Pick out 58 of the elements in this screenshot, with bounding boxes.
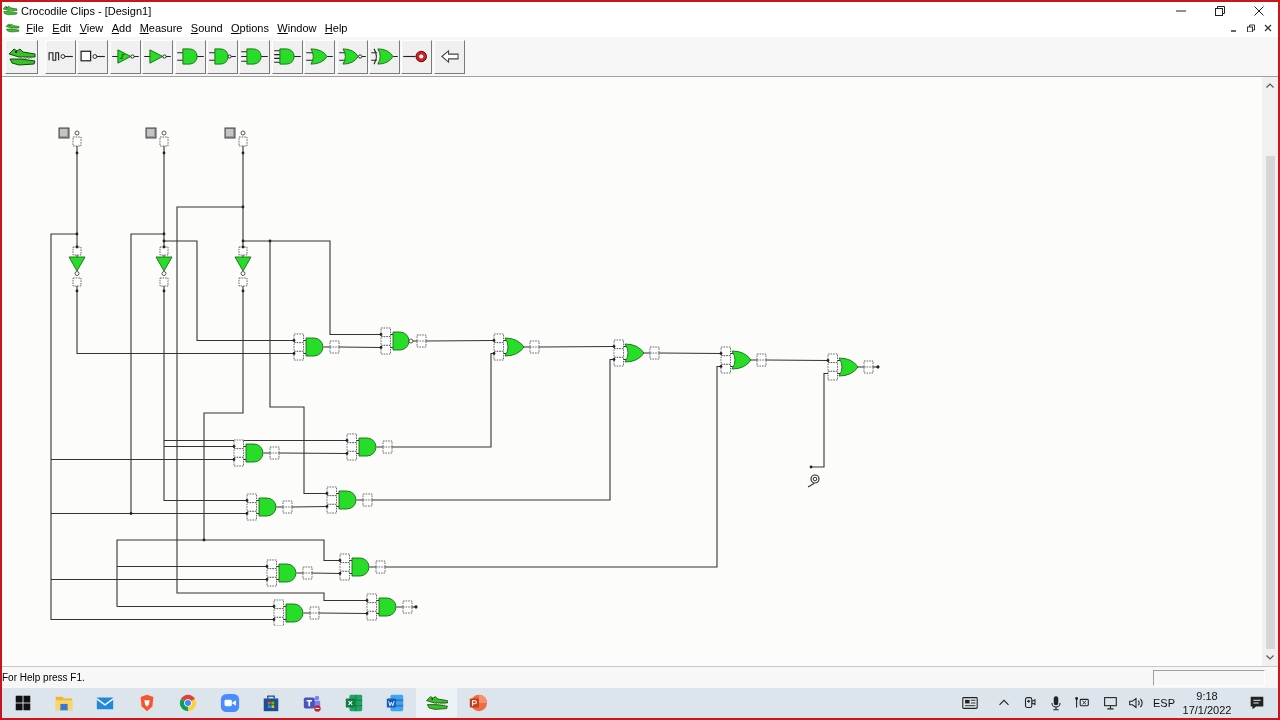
spreadsheet-icon [343,693,364,713]
menu-item[interactable]: View [75,20,108,36]
pulse-switch-tool-button[interactable] [45,39,76,74]
menu-item[interactable]: Window [273,20,321,36]
inverter-tool-button[interactable] [142,39,174,74]
segmented-circle-icon [178,693,199,713]
inverter-icon [144,47,172,66]
speaker-icon[interactable] [1127,694,1145,712]
four-input-and-gate-icon [273,47,301,66]
menu-item[interactable]: Sound [186,20,227,36]
crocodile-icon [424,694,449,712]
video-camera-icon [219,693,240,713]
language-indicator[interactable]: ESP [1151,697,1177,709]
menu-item[interactable]: Help [320,20,352,36]
scrollbar-thumb[interactable] [1265,156,1275,649]
document-icon [385,693,406,713]
close-icon [1253,5,1264,16]
restore-icon [1214,5,1225,16]
xor-gate-icon [370,47,398,66]
menu-item[interactable]: Measure [135,20,187,36]
nand-gate-tool-button[interactable] [206,39,238,74]
window-title: Crocodile Clips - [Design1] [21,4,152,17]
menu-item[interactable]: Options [226,20,274,36]
xor-gate-tool-button[interactable] [368,39,400,74]
schmitt-inverter-tool-button[interactable] [109,39,141,74]
newspaper-icon[interactable] [961,694,979,712]
nand-gate-icon [208,47,236,66]
vertical-scrollbar[interactable] [1262,77,1278,666]
lamp-tool-button[interactable] [401,39,433,74]
menu-item[interactable]: Edit [48,20,76,36]
crocodile-icon [5,22,20,34]
four-input-and-gate-tool-button[interactable] [271,39,303,74]
close-icon [1264,24,1272,32]
nor-gate-tool-button[interactable] [336,39,368,74]
caret-up-icon[interactable] [1266,83,1274,88]
three-input-and-gate-tool-button[interactable] [239,39,271,74]
crocodile-tool-button[interactable] [5,39,38,74]
or-gate-tool-button[interactable] [304,39,336,74]
back-button[interactable] [433,39,465,74]
schmitt-inverter-icon [111,47,139,66]
clock-time[interactable]: 9:18 [1196,689,1218,703]
team-chat-icon [302,693,323,713]
or-gate-icon [306,47,334,66]
status-text: For Help press F1. [2,672,85,683]
menu-item[interactable]: File [22,20,49,36]
restore-icon [1247,24,1255,32]
notification-icon[interactable] [1248,694,1266,712]
menu-item[interactable]: Add [107,20,136,36]
monitor-icon[interactable] [1101,694,1119,712]
document-restore-button[interactable] [1244,21,1257,35]
and-gate-icon [176,47,204,66]
nor-gate-icon [338,47,366,66]
switch-tool-button[interactable] [77,39,109,74]
and-gate-tool-button[interactable] [174,39,206,74]
caret-down-icon[interactable] [1266,655,1274,660]
three-input-and-gate-icon [241,47,269,66]
clock-date[interactable]: 17/1/2022 [1182,703,1232,717]
presentation-icon [468,693,488,713]
